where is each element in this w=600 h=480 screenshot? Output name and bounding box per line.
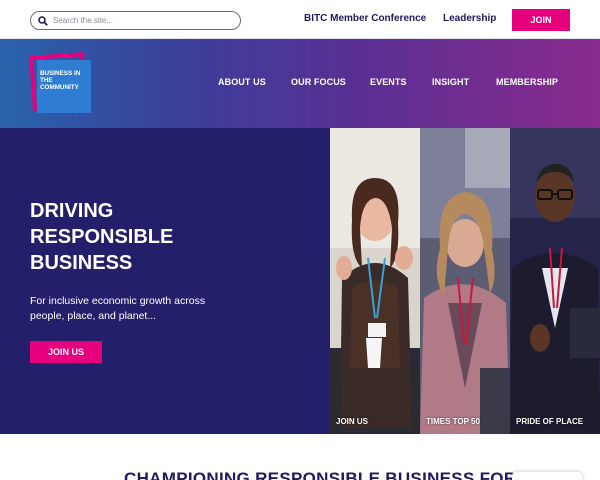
hero-panel: DRIVING RESPONSIBLE BUSINESS For inclusi… <box>0 128 330 434</box>
hero-title-line: RESPONSIBLE <box>30 226 174 248</box>
nav-about-us[interactable]: ABOUT US <box>218 77 266 87</box>
logo-text: BUSINESS IN THE COMMUNITY <box>40 70 81 91</box>
floating-widget[interactable] <box>512 472 582 480</box>
hero-title-line: BUSINESS <box>30 252 133 274</box>
hero-title-line: DRIVING <box>30 200 114 222</box>
join-button[interactable]: JOIN <box>512 9 570 31</box>
woman-listening-photo <box>420 128 510 434</box>
man-speaking-photo <box>510 128 600 434</box>
hero-subtitle: For inclusive economic growth across peo… <box>30 295 206 322</box>
hero-title: DRIVING RESPONSIBLE BUSINESS <box>30 198 290 276</box>
nav-our-focus[interactable]: OUR FOCUS <box>291 77 346 87</box>
main-nav-band: BUSINESS IN THE COMMUNITY ABOUT US OUR F… <box>0 39 600 128</box>
leadership-link[interactable]: Leadership <box>443 13 496 24</box>
member-conference-link[interactable]: BITC Member Conference <box>304 13 426 24</box>
section-heading: CHAMPIONING RESPONSIBLE BUSINESS FOR <box>124 469 517 480</box>
search-icon <box>38 15 48 26</box>
top-bar: BITC Member Conference Leadership JOIN <box>0 0 600 39</box>
tile-times-top-50[interactable]: TIMES TOP 50 <box>420 128 510 434</box>
join-us-button[interactable]: JOIN US <box>30 341 102 363</box>
nav-events[interactable]: EVENTS <box>370 77 407 87</box>
search-input[interactable] <box>53 16 223 25</box>
tile-label: JOIN US <box>336 417 369 426</box>
tile-label: TIMES TOP 50 <box>426 417 480 426</box>
woman-speaking-photo <box>330 128 420 434</box>
nav-membership[interactable]: MEMBERSHIP <box>496 77 558 87</box>
tile-join-us[interactable]: JOIN US <box>330 128 420 434</box>
tile-label: PRIDE OF PLACE <box>516 417 584 426</box>
bitc-logo[interactable]: BUSINESS IN THE COMMUNITY <box>29 52 91 113</box>
nav-insight[interactable]: INSIGHT <box>432 77 469 87</box>
search-box[interactable] <box>30 11 241 30</box>
tile-pride-of-place[interactable]: PRIDE OF PLACE <box>510 128 600 434</box>
